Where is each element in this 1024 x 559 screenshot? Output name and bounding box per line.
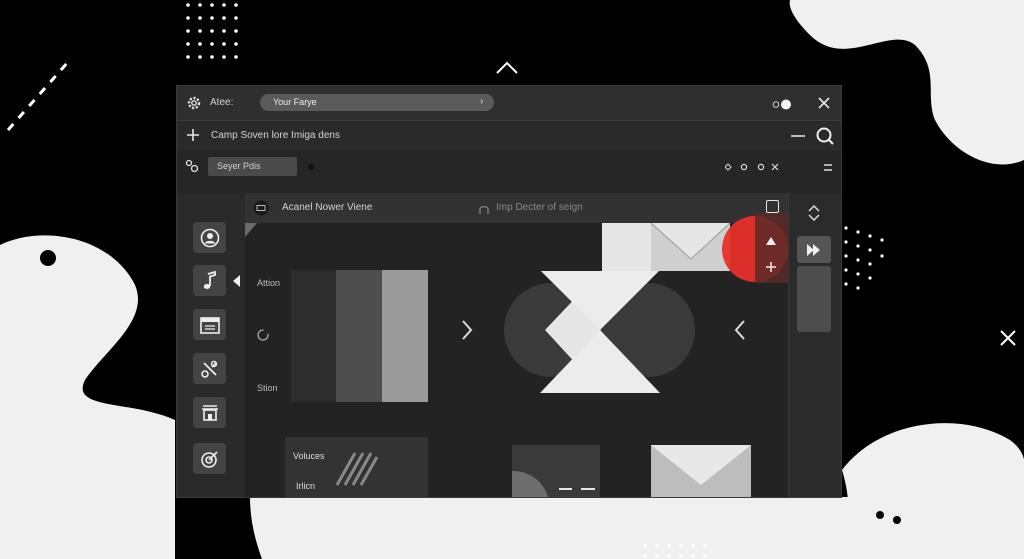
canvas-graphics	[245, 223, 751, 497]
refresh-shape	[257, 329, 269, 341]
link-icon[interactable]	[185, 159, 199, 173]
address-value: Your Farye	[273, 97, 317, 107]
blob-bottom-center	[250, 497, 872, 559]
chevron-right-shape	[462, 320, 473, 340]
user-icon	[200, 228, 219, 247]
panel-dark	[291, 270, 336, 402]
checkbox-icon[interactable]	[766, 200, 779, 213]
sidebar-item-tools[interactable]	[193, 353, 226, 384]
card-label-1: Voluces	[293, 451, 325, 461]
sidebar-item-music[interactable]	[193, 265, 226, 296]
tab-active-label[interactable]: Acanel Nower Viene	[282, 202, 372, 213]
toolbar-label: Camp Soven lore Imiga dens	[211, 130, 340, 141]
triangle-up-icon[interactable]	[766, 237, 776, 245]
menu-icon[interactable]	[824, 159, 832, 171]
panel-light	[382, 270, 428, 402]
plus-icon[interactable]	[186, 128, 200, 142]
corner-tab	[245, 223, 257, 237]
sidebar	[177, 193, 245, 497]
chevron-up-icon	[496, 61, 518, 74]
tools-icon	[200, 360, 217, 378]
panel-mid	[336, 270, 382, 402]
tab-second-icon	[479, 202, 489, 214]
filter-chip[interactable]: Seyer Pdis	[208, 157, 297, 176]
address-bar[interactable]: Your Farye ›	[260, 94, 494, 111]
building-icon	[201, 404, 218, 421]
add-icon[interactable]	[765, 260, 777, 272]
sidebar-item-target[interactable]	[193, 443, 226, 474]
minimize-icon[interactable]	[791, 135, 805, 137]
chevron-left-shape	[734, 320, 745, 340]
close-x-icon	[1000, 330, 1016, 346]
dot-left	[40, 250, 56, 266]
right-panel	[788, 193, 841, 497]
dot-indicator-icon	[308, 164, 314, 170]
fast-forward-icon	[807, 243, 820, 256]
canvas-label-bottom: Stion	[257, 383, 278, 393]
close-icon[interactable]	[818, 96, 830, 109]
app-title: Atee:	[210, 97, 234, 108]
tab-bar: Acanel Nower Viene Imp Decter of seign	[245, 193, 788, 223]
view-options[interactable]	[724, 160, 785, 172]
main-canvas: Attion Stion Voluces Irlicn	[245, 213, 788, 497]
target-icon	[200, 450, 218, 468]
dot-grid-right	[844, 226, 884, 290]
canvas-label-top: Attion	[257, 278, 281, 288]
calendar-icon	[199, 316, 220, 334]
chevron-right-icon[interactable]: ›	[480, 96, 483, 107]
sidebar-item-user[interactable]	[193, 222, 226, 253]
blob-bottom-right	[820, 423, 1024, 559]
chevron-up-down-icon[interactable]	[807, 204, 821, 222]
toggle-switch[interactable]	[772, 97, 794, 110]
fast-forward-button[interactable]	[797, 236, 831, 263]
dot-br-1	[876, 511, 884, 519]
sub-bar: Seyer Pdis	[177, 151, 841, 193]
sidebar-item-building[interactable]	[193, 397, 226, 428]
toolbar: Camp Soven lore Imiga dens	[177, 121, 841, 151]
active-indicator-icon	[233, 275, 240, 287]
scrollbar-thumb[interactable]	[797, 266, 831, 332]
music-note-icon	[203, 270, 216, 289]
app-window: Atee: Your Farye › Camp Soven lore Imiga…	[177, 86, 841, 497]
blob-left	[0, 235, 175, 559]
title-bar: Atee: Your Farye ›	[177, 86, 841, 121]
card-label-2: Irlicn	[296, 481, 316, 491]
gear-icon[interactable]	[186, 95, 202, 111]
chip-label: Seyer Pdis	[217, 161, 261, 171]
tab-icon	[253, 200, 269, 216]
dot-grid-top	[186, 3, 238, 59]
dot-br-2	[893, 516, 901, 524]
search-icon[interactable]	[815, 126, 835, 146]
tab-second-label[interactable]: Imp Decter of seign	[496, 202, 583, 213]
dashed-line	[6, 61, 70, 131]
sidebar-item-calendar[interactable]	[193, 309, 226, 340]
